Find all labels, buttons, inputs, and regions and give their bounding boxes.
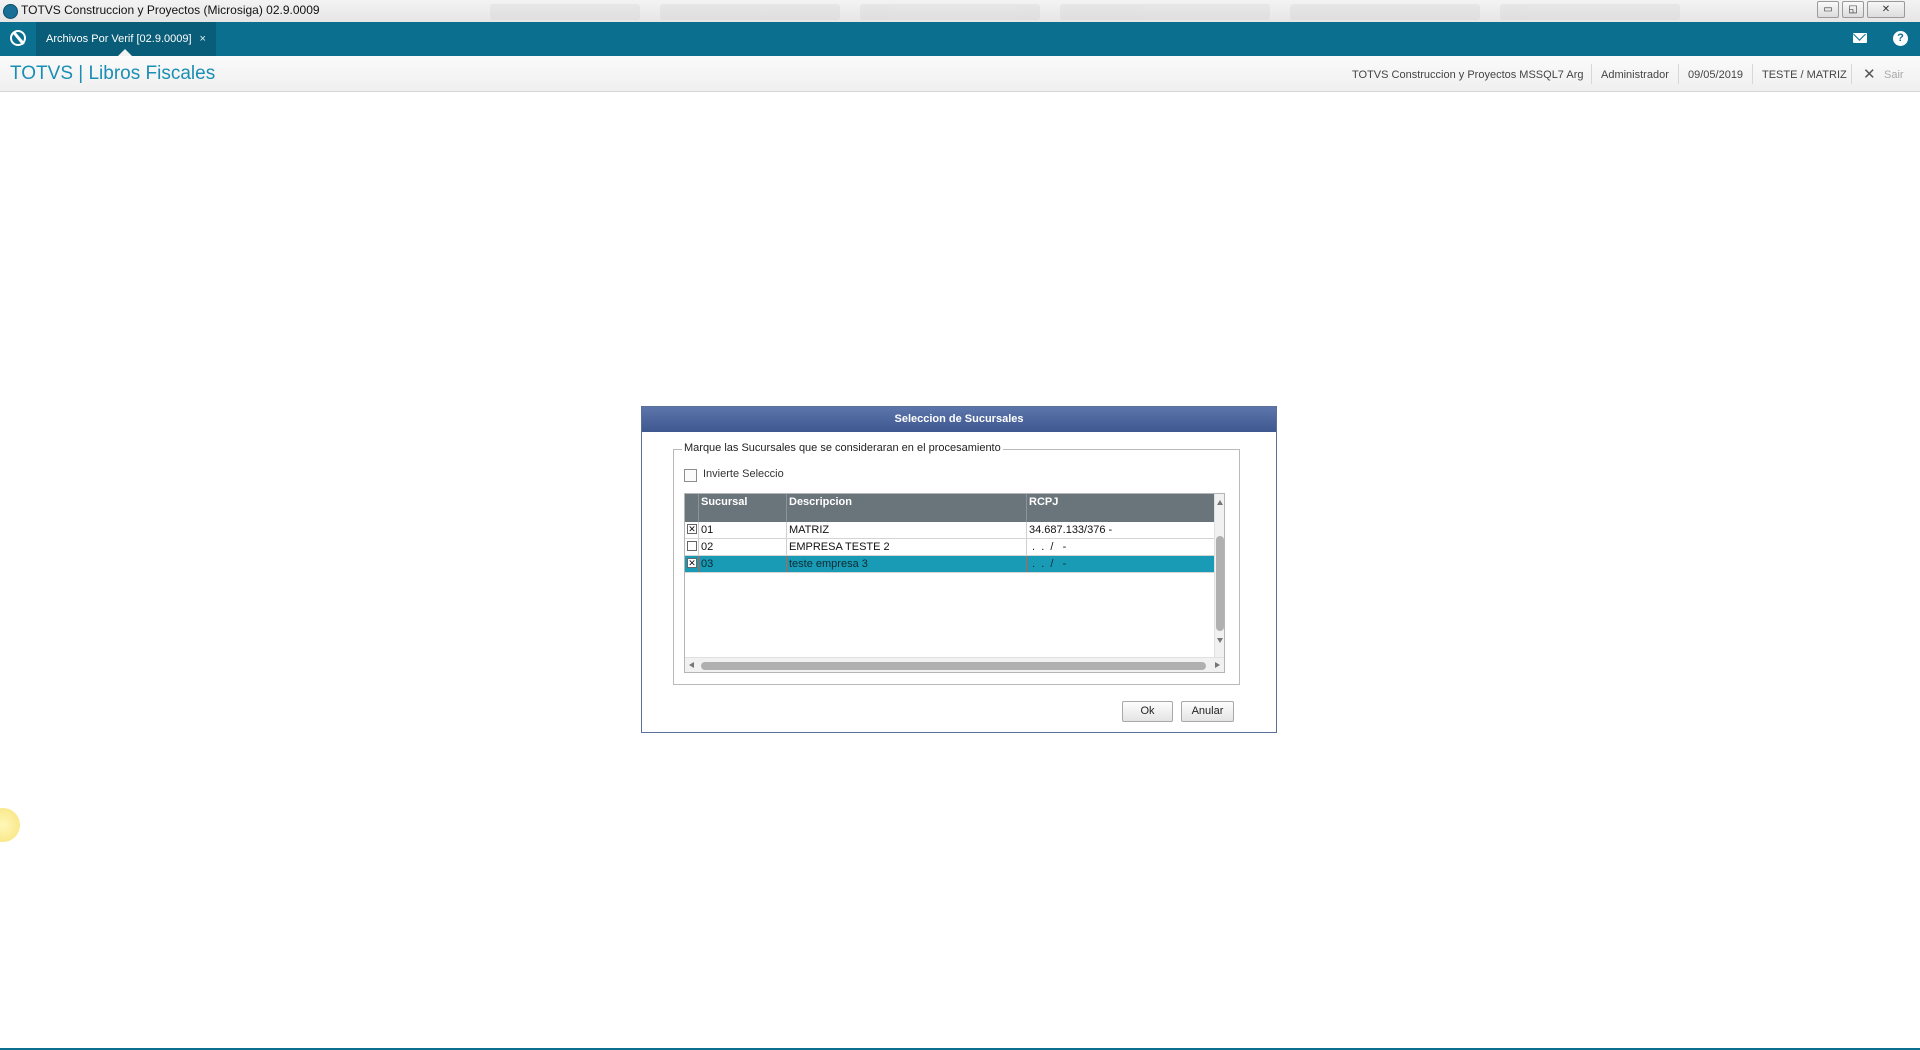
row-check-cell[interactable]: [685, 539, 699, 555]
row-check-cell[interactable]: ✕: [685, 556, 699, 572]
grid-header: Sucursal Descripcion RCPJ: [685, 494, 1214, 522]
background-tab: [490, 4, 640, 20]
invert-selection-label[interactable]: Invierte Seleccio: [703, 468, 784, 480]
row-check-cell[interactable]: ✕: [685, 522, 699, 538]
scroll-right-icon[interactable]: [1215, 662, 1220, 668]
sucursal-cell[interactable]: 03: [699, 556, 787, 572]
desktop-edge-glow: [0, 808, 20, 842]
scroll-down-icon[interactable]: [1217, 638, 1223, 643]
vertical-scroll-thumb[interactable]: [1216, 536, 1224, 631]
descripcion-cell[interactable]: MATRIZ: [787, 522, 1027, 538]
close-window-button[interactable]: ✕: [1867, 1, 1905, 18]
branch-selection-dialog: Seleccion de Sucursales Marque las Sucur…: [641, 406, 1277, 733]
row-checkbox[interactable]: ✕: [687, 524, 697, 534]
minimize-button[interactable]: ▭: [1817, 1, 1839, 18]
exit-icon[interactable]: ✕: [1863, 65, 1876, 83]
divider: [1851, 64, 1852, 84]
window-title: TOTVS Construccion y Proyectos (Microsig…: [21, 3, 320, 17]
row-checkbox[interactable]: ✕: [687, 558, 697, 568]
date-label: 09/05/2019: [1688, 69, 1744, 81]
background-tab: [1290, 4, 1480, 20]
column-header-descripcion[interactable]: Descripcion: [787, 494, 1027, 522]
divider: [1752, 64, 1753, 84]
cancel-button[interactable]: Anular: [1181, 701, 1234, 722]
dialog-title: Seleccion de Sucursales: [642, 407, 1276, 432]
sucursal-cell[interactable]: 02: [699, 539, 787, 555]
branch-grid: Sucursal Descripcion RCPJ ✕ 01 MATRIZ 34…: [684, 493, 1225, 673]
rcpj-cell[interactable]: . . / -: [1027, 539, 1214, 555]
tab-label: Archivos Por Verif [02.9.0009]: [46, 33, 192, 45]
tab-close-icon[interactable]: ×: [200, 33, 206, 45]
app-header: TOTVS | Libros Fiscales TOTVS Construcci…: [0, 56, 1920, 92]
branch-label: TESTE / MATRIZ: [1762, 69, 1847, 81]
background-tab: [660, 4, 840, 20]
restore-button[interactable]: ◱: [1842, 1, 1864, 18]
horizontal-scroll-thumb[interactable]: [701, 662, 1206, 670]
invert-selection-checkbox[interactable]: [684, 469, 697, 482]
table-row[interactable]: 02 EMPRESA TESTE 2 . . / -: [685, 539, 1214, 556]
background-tab: [1500, 4, 1680, 20]
rcpj-cell[interactable]: 34.687.133/376 -: [1027, 522, 1214, 538]
descripcion-cell[interactable]: teste empresa 3: [787, 556, 1027, 572]
background-browser-tabs: [490, 2, 1710, 22]
company-label: TOTVS Construccion y Proyectos MSSQL7 Ar…: [1352, 69, 1584, 81]
scroll-up-icon[interactable]: [1217, 500, 1223, 505]
sucursal-cell[interactable]: 01: [699, 522, 787, 538]
descripcion-cell[interactable]: EMPRESA TESTE 2: [787, 539, 1027, 555]
home-icon[interactable]: [10, 30, 26, 46]
mail-icon[interactable]: [1853, 33, 1867, 43]
app-logo-icon: [3, 4, 18, 19]
background-tab: [860, 4, 1040, 20]
column-header-sucursal[interactable]: Sucursal: [699, 494, 787, 522]
exit-button[interactable]: Sair: [1884, 69, 1904, 81]
group-label: Marque las Sucursales que se considerara…: [682, 442, 1003, 454]
active-tab-indicator: [118, 49, 132, 56]
scroll-left-icon[interactable]: [689, 662, 694, 668]
branch-group: Marque las Sucursales que se considerara…: [673, 442, 1240, 685]
user-label: Administrador: [1601, 69, 1669, 81]
column-header-rcpj[interactable]: RCPJ: [1027, 494, 1214, 522]
divider: [1678, 64, 1679, 84]
window-titlebar: TOTVS Construccion y Proyectos (Microsig…: [0, 0, 1920, 23]
tab-bar: Archivos Por Verif [02.9.0009] × ?: [0, 22, 1920, 56]
divider: [1591, 64, 1592, 84]
page-title: TOTVS | Libros Fiscales: [10, 63, 216, 84]
help-icon[interactable]: ?: [1893, 31, 1908, 46]
rcpj-cell[interactable]: . . / -: [1027, 556, 1214, 572]
background-tab: [1060, 4, 1270, 20]
column-header-check: [685, 494, 699, 522]
horizontal-scrollbar[interactable]: [685, 657, 1224, 672]
ok-button[interactable]: Ok: [1122, 701, 1173, 722]
table-row[interactable]: ✕ 01 MATRIZ 34.687.133/376 -: [685, 522, 1214, 539]
table-row-selected[interactable]: ✕ 03 teste empresa 3 . . / -: [685, 556, 1214, 573]
vertical-scrollbar[interactable]: [1214, 494, 1224, 657]
row-checkbox[interactable]: [687, 541, 697, 551]
